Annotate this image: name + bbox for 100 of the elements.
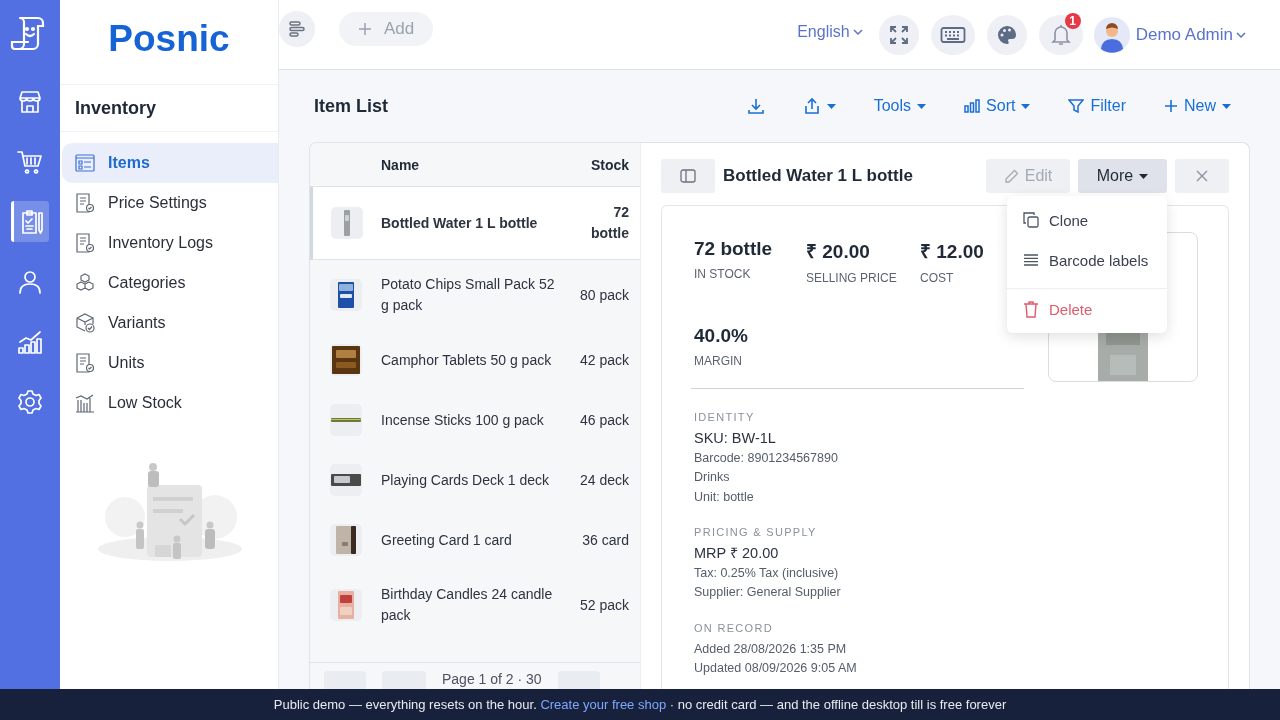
document-icon xyxy=(74,232,96,254)
stock-cell-text: 42 pack xyxy=(578,350,629,370)
document-icon xyxy=(74,192,96,214)
stat-label: SELLING PRICE xyxy=(806,271,898,285)
menu-button[interactable] xyxy=(279,10,315,47)
sidebar-title: Inventory xyxy=(75,97,157,119)
menu-item[interactable]: Barcode labels xyxy=(1007,240,1167,280)
language-dropdown[interactable]: English xyxy=(797,22,863,41)
caret-icon xyxy=(1139,173,1149,179)
table-row[interactable]: Playing Cards Deck 1 deck 24 deck xyxy=(310,450,640,510)
item-name: Greeting Card 1 card xyxy=(381,530,513,550)
sidebar-item[interactable]: Items xyxy=(62,143,278,183)
stock-cell-text: 72 bottle xyxy=(589,203,629,243)
stock-cell-text: 24 deck xyxy=(578,470,629,490)
detail-text: MRP ₹ 20.00 xyxy=(694,544,780,563)
sidebar-item[interactable]: Low Stock xyxy=(62,383,278,423)
lines-icon xyxy=(1023,254,1039,266)
sidebar-item[interactable]: Units xyxy=(62,343,278,383)
item-name: Bottled Water 1 L bottle xyxy=(381,213,539,233)
chevron-icon xyxy=(852,27,863,36)
page-title: Item List xyxy=(314,95,388,117)
item-name: Incense Sticks 100 g pack xyxy=(381,410,545,430)
stat-label: IN STOCK xyxy=(694,267,752,281)
caret-icon xyxy=(917,103,927,109)
stock-cell-text: 46 pack xyxy=(578,410,629,430)
create-shop-link[interactable]: Create your free shop xyxy=(540,697,667,712)
stock-cell-text: 52 pack xyxy=(578,595,629,615)
settings-icon xyxy=(17,388,43,415)
caret-icon xyxy=(826,103,836,109)
section-title: ON RECORD xyxy=(694,621,774,634)
item-name: Birthday Candles 24 candle pack xyxy=(381,585,554,625)
table-row[interactable]: Bottled Water 1 L bottle 72 bottle xyxy=(310,187,640,260)
detail-text: Supplier: General Supplier xyxy=(694,584,842,601)
stat-value: 72 bottle xyxy=(694,238,774,260)
store-icon xyxy=(17,88,43,115)
sidebar-item[interactable]: Variants xyxy=(62,303,278,343)
table-row[interactable]: Potato Chips Small Pack 52 g pack 80 pack xyxy=(310,260,640,330)
user-icon xyxy=(17,268,43,295)
user-menu[interactable]: Demo Admin xyxy=(1129,24,1246,45)
plus-icon xyxy=(357,21,372,36)
rail-item[interactable] xyxy=(11,201,49,242)
column-header: Stock xyxy=(590,156,629,173)
trash-icon xyxy=(1023,300,1039,318)
page-info: Page 1 of 2 · 30 xyxy=(442,671,542,687)
stat-value: ₹ 20.00 xyxy=(806,240,871,264)
copy-icon xyxy=(1023,212,1039,228)
stat-value: 40.0% xyxy=(694,325,749,347)
table-row[interactable]: Greeting Card 1 card 36 card xyxy=(310,510,640,570)
item-name: Playing Cards Deck 1 deck xyxy=(381,470,551,490)
detail-text: Added 28/08/2026 1:35 PM xyxy=(694,640,848,658)
menu-item[interactable]: Clone xyxy=(1007,200,1167,240)
plus-icon xyxy=(1164,99,1178,113)
detail-text: Unit: bottle xyxy=(694,488,755,506)
section-title: IDENTITY xyxy=(694,411,756,423)
avatar-icon[interactable] xyxy=(1093,16,1130,53)
stock-cell-text: 36 card xyxy=(581,530,629,550)
detail-text: Drinks xyxy=(694,469,731,486)
expand-icon xyxy=(888,24,909,45)
keyboard-icon xyxy=(939,25,966,44)
pencil-icon xyxy=(1003,168,1019,184)
bar-chart-icon xyxy=(964,99,981,113)
detail-text: SKU: BW-1L xyxy=(694,429,777,448)
item-name: Camphor Tablets 50 g pack xyxy=(381,350,553,370)
table-row[interactable]: Birthday Candles 24 candle pack 52 pack xyxy=(310,570,640,640)
download-icon xyxy=(746,97,765,115)
filter-icon xyxy=(1068,98,1085,114)
more-button[interactable]: More xyxy=(1078,159,1167,193)
menu-item[interactable]: Delete xyxy=(1007,289,1167,329)
document-icon xyxy=(74,352,96,374)
stat-label: COST xyxy=(920,271,955,285)
banner-text: Public demo — everything resets on the hour. Create your free shop · no credit card — and the offline desktop till is free forever xyxy=(273,697,1007,712)
brand-logo[interactable]: Posnic xyxy=(108,18,230,60)
notifications-button[interactable]: 1 xyxy=(1038,14,1083,55)
caret-icon xyxy=(1222,103,1231,109)
sort-button[interactable]: Sort xyxy=(959,91,1036,121)
caret-icon xyxy=(1021,103,1031,109)
menu-icon xyxy=(288,20,306,37)
cart-icon xyxy=(17,148,43,175)
tools-button[interactable]: Tools xyxy=(868,91,932,121)
sidebar-item[interactable]: Price Settings xyxy=(62,183,278,223)
column-header: Name xyxy=(381,156,421,173)
filter-button[interactable]: Filter xyxy=(1063,91,1131,121)
stat-label: MARGIN xyxy=(694,354,743,368)
notification-badge: 1 xyxy=(1064,12,1081,29)
upload-icon xyxy=(802,97,821,115)
detail-title: Bottled Water 1 L bottle xyxy=(723,166,913,186)
section-title: PRICING & SUPPLY xyxy=(694,526,818,538)
table-row[interactable]: Incense Sticks 100 g pack 46 pack xyxy=(310,390,640,450)
detail-text: Barcode: 8901234567890 xyxy=(694,449,839,467)
bar-chart-icon xyxy=(17,328,43,355)
box-icon xyxy=(74,312,96,334)
panel-toggle-button[interactable] xyxy=(661,159,715,193)
sidebar-item[interactable]: Categories xyxy=(62,263,278,303)
new-button[interactable]: New xyxy=(1159,91,1236,121)
table-row[interactable]: Camphor Tablets 50 g pack 42 pack xyxy=(310,330,640,390)
palette-icon xyxy=(996,24,1017,45)
chevron-icon xyxy=(1236,30,1246,39)
sidebar-item[interactable]: Inventory Logs xyxy=(62,223,278,263)
close-icon xyxy=(1196,170,1208,182)
bar-chart-icon xyxy=(74,392,96,414)
